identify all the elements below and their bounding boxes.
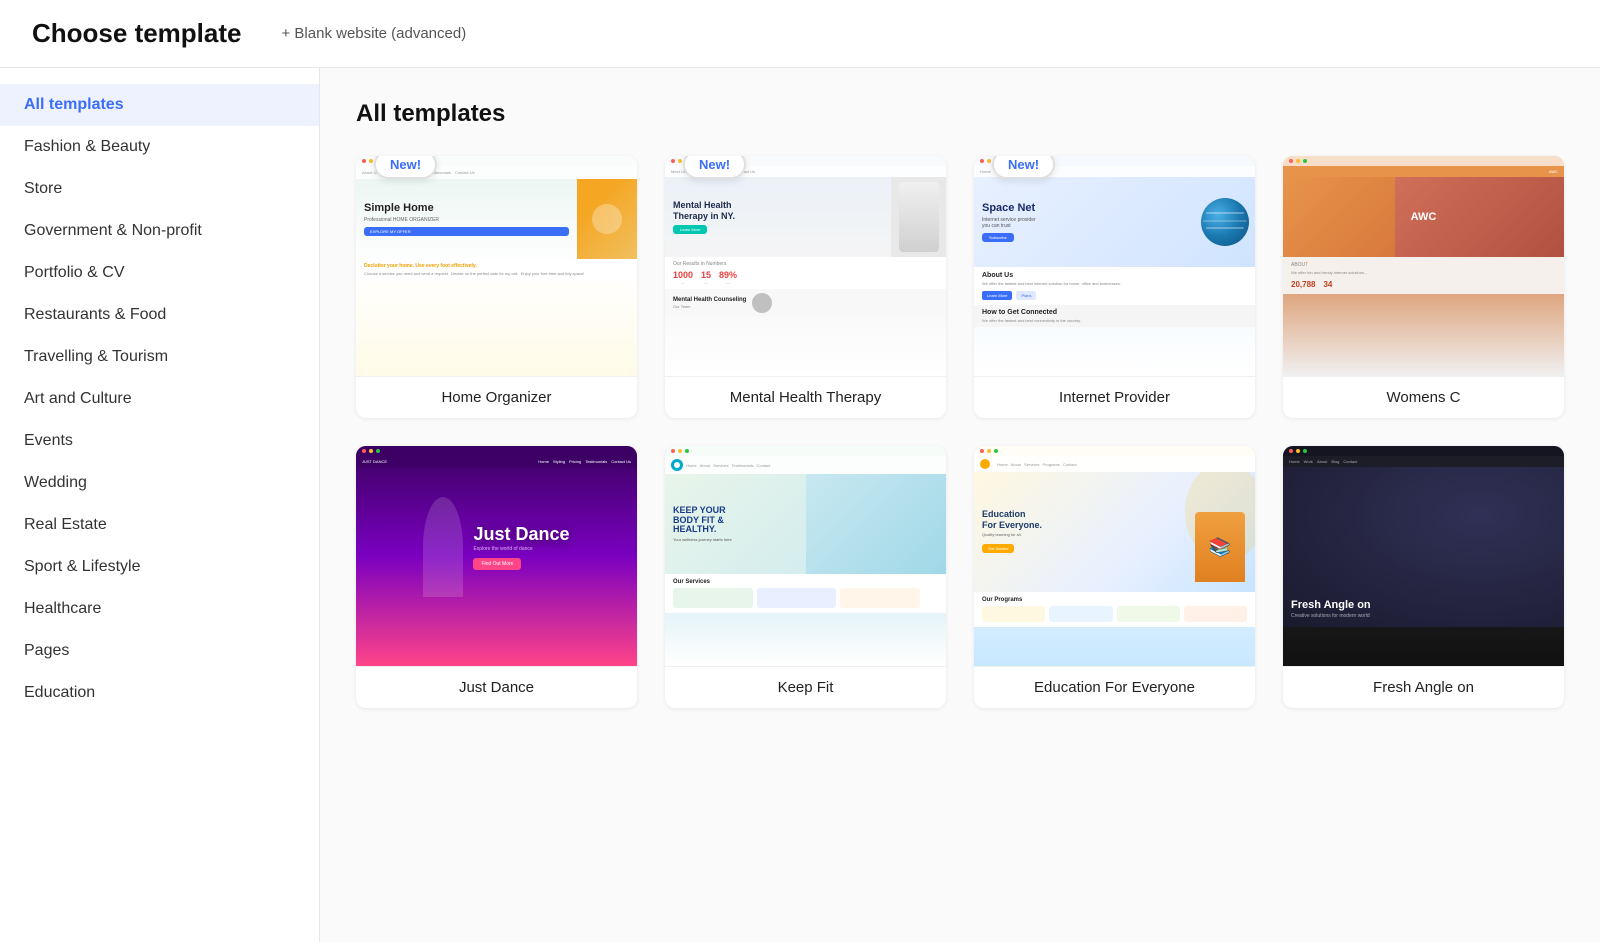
new-badge-home-organizer: New!	[374, 156, 437, 179]
page-title: Choose template	[32, 18, 242, 49]
blank-website-label: + Blank website (advanced)	[282, 25, 467, 42]
new-badge-mental-health: New!	[683, 156, 746, 179]
sidebar-item-education[interactable]: Education	[0, 672, 319, 714]
dot-red	[671, 159, 675, 163]
card-preview-keep-fit: HomeAboutServicesTestimonialsContact KEE…	[665, 446, 946, 666]
template-card-mental-health[interactable]: New! Meet UsServicesTestimonialsContact …	[665, 156, 946, 418]
dot-green	[1303, 159, 1307, 163]
sidebar-item-store[interactable]: Store	[0, 168, 319, 210]
dot-red	[1289, 159, 1293, 163]
preview-inner-mental: Meet UsServicesTestimonialsContact Us Me…	[665, 156, 946, 376]
template-card-education[interactable]: HomeAboutServicesProgramsContact Educati…	[974, 446, 1255, 708]
preview-inner-fit: HomeAboutServicesTestimonialsContact KEE…	[665, 446, 946, 666]
dot-red	[362, 449, 366, 453]
sidebar-item-wedding[interactable]: Wedding	[0, 462, 319, 504]
main-layout: All templates Fashion & Beauty Store Gov…	[0, 68, 1600, 942]
card-preview-mental-health: New! Meet UsServicesTestimonialsContact …	[665, 156, 946, 376]
template-card-keep-fit[interactable]: HomeAboutServicesTestimonialsContact KEE…	[665, 446, 946, 708]
preview-inner-womens: AWC AWC ABOUT We offer fun	[1283, 156, 1564, 376]
dot-green	[994, 449, 998, 453]
card-label-home-organizer: Home Organizer	[356, 376, 637, 418]
preview-inner: About UsServicesSpecial OfferTestimonial…	[356, 156, 637, 376]
dot-yellow	[987, 159, 991, 163]
card-label-education: Education For Everyone	[974, 666, 1255, 708]
card-preview-womens: AWC AWC ABOUT We offer fun	[1283, 156, 1564, 376]
sidebar-item-realestate[interactable]: Real Estate	[0, 504, 319, 546]
card-label-womens: Womens C	[1283, 376, 1564, 418]
card-label-keep-fit: Keep Fit	[665, 666, 946, 708]
sidebar-item-all[interactable]: All templates	[0, 84, 319, 126]
card-preview-education: HomeAboutServicesProgramsContact Educati…	[974, 446, 1255, 666]
content-area: All templates New! About UsServicesSpeci…	[320, 68, 1600, 942]
template-card-fresh-angle[interactable]: HomeWorkAboutBlogContact Fresh Angle on …	[1283, 446, 1564, 708]
dot-yellow	[1296, 449, 1300, 453]
sidebar: All templates Fashion & Beauty Store Gov…	[0, 68, 320, 942]
preview-bar-fresh	[1283, 446, 1564, 456]
dot-red	[980, 159, 984, 163]
sidebar-item-restaurants[interactable]: Restaurants & Food	[0, 294, 319, 336]
dot-yellow	[369, 449, 373, 453]
sidebar-item-sport[interactable]: Sport & Lifestyle	[0, 546, 319, 588]
dot-yellow	[1296, 159, 1300, 163]
sidebar-item-portfolio[interactable]: Portfolio & CV	[0, 252, 319, 294]
sidebar-item-art[interactable]: Art and Culture	[0, 378, 319, 420]
preview-inner-internet: HomeServicesPlansContact Us Space Net In…	[974, 156, 1255, 376]
dot-red	[362, 159, 366, 163]
sidebar-item-events[interactable]: Events	[0, 420, 319, 462]
card-preview-home-organizer: New! About UsServicesSpecial OfferTestim…	[356, 156, 637, 376]
preview-inner-edu: HomeAboutServicesProgramsContact Educati…	[974, 446, 1255, 666]
preview-bar-edu	[974, 446, 1255, 456]
sidebar-item-government[interactable]: Government & Non-profit	[0, 210, 319, 252]
preview-bar-fit	[665, 446, 946, 456]
card-label-mental-health: Mental Health Therapy	[665, 376, 946, 418]
dot-red	[1289, 449, 1293, 453]
card-label-fresh-angle: Fresh Angle on	[1283, 666, 1564, 708]
dot-red	[671, 449, 675, 453]
card-label-internet-provider: Internet Provider	[974, 376, 1255, 418]
dot-red	[980, 449, 984, 453]
preview-bar-dance	[356, 446, 637, 456]
card-preview-fresh-angle: HomeWorkAboutBlogContact Fresh Angle on …	[1283, 446, 1564, 666]
card-preview-just-dance: JUST DANCEHomeStylingPricingTestimonials…	[356, 446, 637, 666]
dot-yellow	[678, 449, 682, 453]
top-bar: Choose template + Blank website (advance…	[0, 0, 1600, 68]
sidebar-item-healthcare[interactable]: Healthcare	[0, 588, 319, 630]
blank-website-button[interactable]: + Blank website (advanced)	[282, 25, 467, 42]
card-preview-internet-provider: New! HomeServicesPlansContact Us S	[974, 156, 1255, 376]
card-label-just-dance: Just Dance	[356, 666, 637, 708]
dot-yellow	[987, 449, 991, 453]
sidebar-item-pages[interactable]: Pages	[0, 630, 319, 672]
dot-green	[685, 449, 689, 453]
preview-bar-womens	[1283, 156, 1564, 166]
template-card-womens[interactable]: AWC AWC ABOUT We offer fun	[1283, 156, 1564, 418]
new-badge-internet: New!	[992, 156, 1055, 179]
preview-inner-dance: JUST DANCEHomeStylingPricingTestimonials…	[356, 446, 637, 666]
template-card-just-dance[interactable]: JUST DANCEHomeStylingPricingTestimonials…	[356, 446, 637, 708]
template-grid-row1: New! About UsServicesSpecial OfferTestim…	[356, 156, 1564, 418]
template-card-home-organizer[interactable]: New! About UsServicesSpecial OfferTestim…	[356, 156, 637, 418]
sidebar-item-fashion[interactable]: Fashion & Beauty	[0, 126, 319, 168]
preview-inner-fresh: HomeWorkAboutBlogContact Fresh Angle on …	[1283, 446, 1564, 666]
dot-yellow	[678, 159, 682, 163]
template-card-internet-provider[interactable]: New! HomeServicesPlansContact Us S	[974, 156, 1255, 418]
dot-green	[376, 449, 380, 453]
sidebar-item-travelling[interactable]: Travelling & Tourism	[0, 336, 319, 378]
template-grid-row2: JUST DANCEHomeStylingPricingTestimonials…	[356, 446, 1564, 708]
content-title: All templates	[356, 100, 1564, 128]
dot-green	[1303, 449, 1307, 453]
dot-yellow	[369, 159, 373, 163]
